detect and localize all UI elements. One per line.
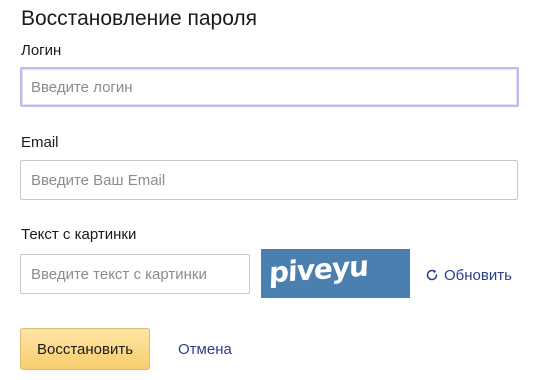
email-input[interactable] [20,160,518,200]
captcha-label: Текст с картинки [21,226,137,243]
cancel-link[interactable]: Отмена [178,341,232,358]
email-label: Email [21,134,59,151]
captcha-refresh-link[interactable]: Обновить [425,265,512,285]
refresh-label: Обновить [444,266,512,284]
captcha-image: piveyu [261,249,410,298]
refresh-icon [425,268,439,282]
submit-button[interactable]: Восстановить [20,328,150,370]
password-recovery-form: Восстановление пароля Логин Email Текст … [0,0,559,380]
captcha-image-text: piveyu [268,249,369,290]
login-label: Логин [21,42,62,59]
login-input[interactable] [20,67,519,107]
captcha-input[interactable] [20,254,250,294]
page-title: Восстановление пароля [21,7,258,30]
